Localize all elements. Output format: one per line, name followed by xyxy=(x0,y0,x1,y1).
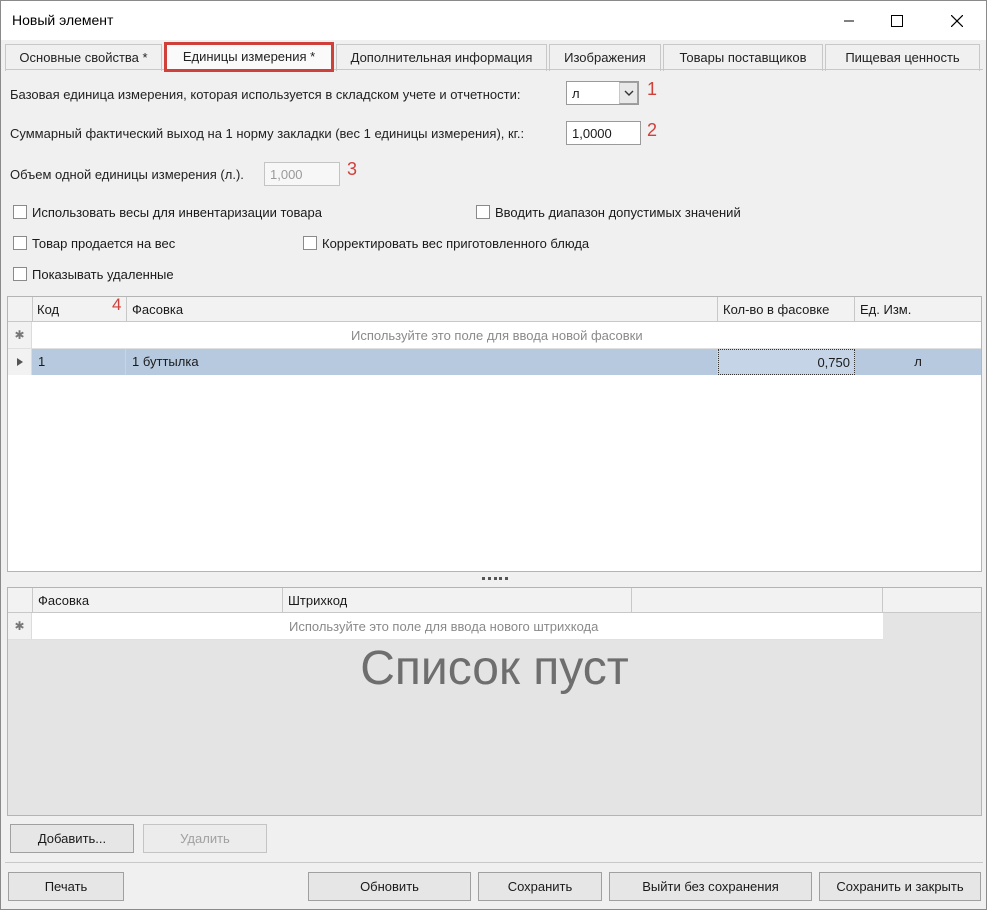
tab-main-properties[interactable]: Основные свойства * xyxy=(5,44,162,71)
title-bar: Новый элемент xyxy=(1,1,986,40)
save-button[interactable]: Сохранить xyxy=(478,872,602,901)
cell-unit[interactable]: л xyxy=(855,349,981,375)
barcode-grid: Фасовка Штрихкод ✱ Используйте это поле … xyxy=(7,587,982,816)
add-button[interactable]: Добавить... xyxy=(10,824,134,853)
barcode-new-row[interactable]: ✱ Используйте это поле для ввода нового … xyxy=(8,613,883,640)
maximize-button[interactable] xyxy=(874,1,920,40)
checkbox-value-range[interactable]: Вводить диапазон допустимых значений xyxy=(476,203,741,221)
checkbox-label: Товар продается на вес xyxy=(32,235,176,251)
row-header-corner xyxy=(8,297,33,321)
column-header-barcode[interactable]: Штрихкод xyxy=(283,588,632,612)
tab-units[interactable]: Единицы измерения * xyxy=(164,42,334,72)
tab-content-border xyxy=(5,69,983,70)
save-and-close-button[interactable]: Сохранить и закрыть xyxy=(819,872,981,901)
volume-input[interactable]: 1,000 xyxy=(264,162,340,186)
column-header-extra xyxy=(632,588,883,612)
total-output-label: Суммарный фактический выход на 1 норму з… xyxy=(10,126,525,141)
checkbox-label: Показывать удаленные xyxy=(32,266,174,282)
print-button[interactable]: Печать xyxy=(8,872,124,901)
column-header-packaging[interactable]: Фасовка xyxy=(33,588,283,612)
checkbox-box[interactable] xyxy=(13,267,27,281)
base-unit-dropdown-button[interactable] xyxy=(619,82,638,104)
packaging-grid-header: Код Фасовка Кол-во в фасовке Ед. Изм. xyxy=(8,297,981,322)
cell-packaging[interactable]: 1 буттылка xyxy=(126,349,718,375)
delete-button[interactable]: Удалить xyxy=(143,824,267,853)
tab-supplier-goods[interactable]: Товары поставщиков xyxy=(663,44,823,71)
tab-nutrition[interactable]: Пищевая ценность xyxy=(825,44,980,71)
row-selector-icon xyxy=(8,349,32,375)
checkbox-adjust-weight[interactable]: Корректировать вес приготовленного блюда xyxy=(303,234,589,252)
minimize-button[interactable] xyxy=(826,1,872,40)
packaging-new-row[interactable]: ✱ Используйте это поле для ввода новой ф… xyxy=(8,322,981,349)
tab-additional-info[interactable]: Дополнительная информация xyxy=(336,44,547,71)
base-unit-select[interactable]: л xyxy=(566,81,639,105)
checkbox-use-scales[interactable]: Использовать весы для инвентаризации тов… xyxy=(13,203,322,221)
exit-without-saving-button[interactable]: Выйти без сохранения xyxy=(609,872,812,901)
packaging-grid: Код Фасовка Кол-во в фасовке Ед. Изм. 4 … xyxy=(7,295,982,572)
tab-images[interactable]: Изображения xyxy=(549,44,661,71)
minimize-icon xyxy=(844,20,854,21)
checkbox-box[interactable] xyxy=(13,205,27,219)
annotation-1: 1 xyxy=(647,79,658,99)
checkbox-box[interactable] xyxy=(303,236,317,250)
total-output-input[interactable]: 1,0000 xyxy=(566,121,641,145)
annotation-3: 3 xyxy=(347,159,358,179)
table-row[interactable]: 1 1 буттылка 0,750 л xyxy=(32,349,981,375)
checkbox-label: Вводить диапазон допустимых значений xyxy=(495,204,741,220)
new-row-icon: ✱ xyxy=(8,613,32,639)
empty-list-message: Список пуст xyxy=(360,642,629,695)
packaging-new-row-hint: Используйте это поле для ввода новой фас… xyxy=(351,328,643,343)
chevron-down-icon xyxy=(624,90,633,96)
checkbox-sold-by-weight[interactable]: Товар продается на вес xyxy=(13,234,175,252)
dialog-window: Новый элемент Основные свойства * Единиц… xyxy=(0,0,987,910)
close-button[interactable] xyxy=(934,1,980,40)
column-header-packaging[interactable]: Фасовка xyxy=(127,297,718,321)
grid-splitter-handle[interactable] xyxy=(482,574,508,582)
volume-label: Объем одной единицы измерения (л.). xyxy=(10,167,244,182)
checkbox-label: Использовать весы для инвентаризации тов… xyxy=(32,204,322,220)
column-header-unit[interactable]: Ед. Изм. xyxy=(855,297,981,321)
maximize-icon xyxy=(891,14,903,27)
annotation-4: 4 xyxy=(112,295,122,314)
new-row-icon: ✱ xyxy=(8,322,32,348)
checkbox-box[interactable] xyxy=(476,205,490,219)
column-header-qty[interactable]: Кол-во в фасовке xyxy=(718,297,855,321)
base-unit-label: Базовая единица измерения, которая испол… xyxy=(10,87,521,102)
barcode-grid-header: Фасовка Штрихкод xyxy=(8,588,981,613)
cell-qty[interactable]: 0,750 xyxy=(718,349,855,375)
cell-code[interactable]: 1 xyxy=(32,349,126,375)
close-icon xyxy=(951,14,963,27)
tab-strip: Основные свойства * Единицы измерения * … xyxy=(5,42,983,72)
footer-separator xyxy=(5,862,983,863)
annotation-2: 2 xyxy=(647,120,658,140)
barcode-new-row-hint: Используйте это поле для ввода нового шт… xyxy=(289,619,599,634)
checkbox-show-deleted[interactable]: Показывать удаленные xyxy=(13,265,174,283)
checkbox-box[interactable] xyxy=(13,236,27,250)
window-title: Новый элемент xyxy=(12,12,114,28)
base-unit-value: л xyxy=(572,86,580,101)
row-header-corner xyxy=(8,588,33,612)
refresh-button[interactable]: Обновить xyxy=(308,872,471,901)
checkbox-label: Корректировать вес приготовленного блюда xyxy=(322,235,590,251)
